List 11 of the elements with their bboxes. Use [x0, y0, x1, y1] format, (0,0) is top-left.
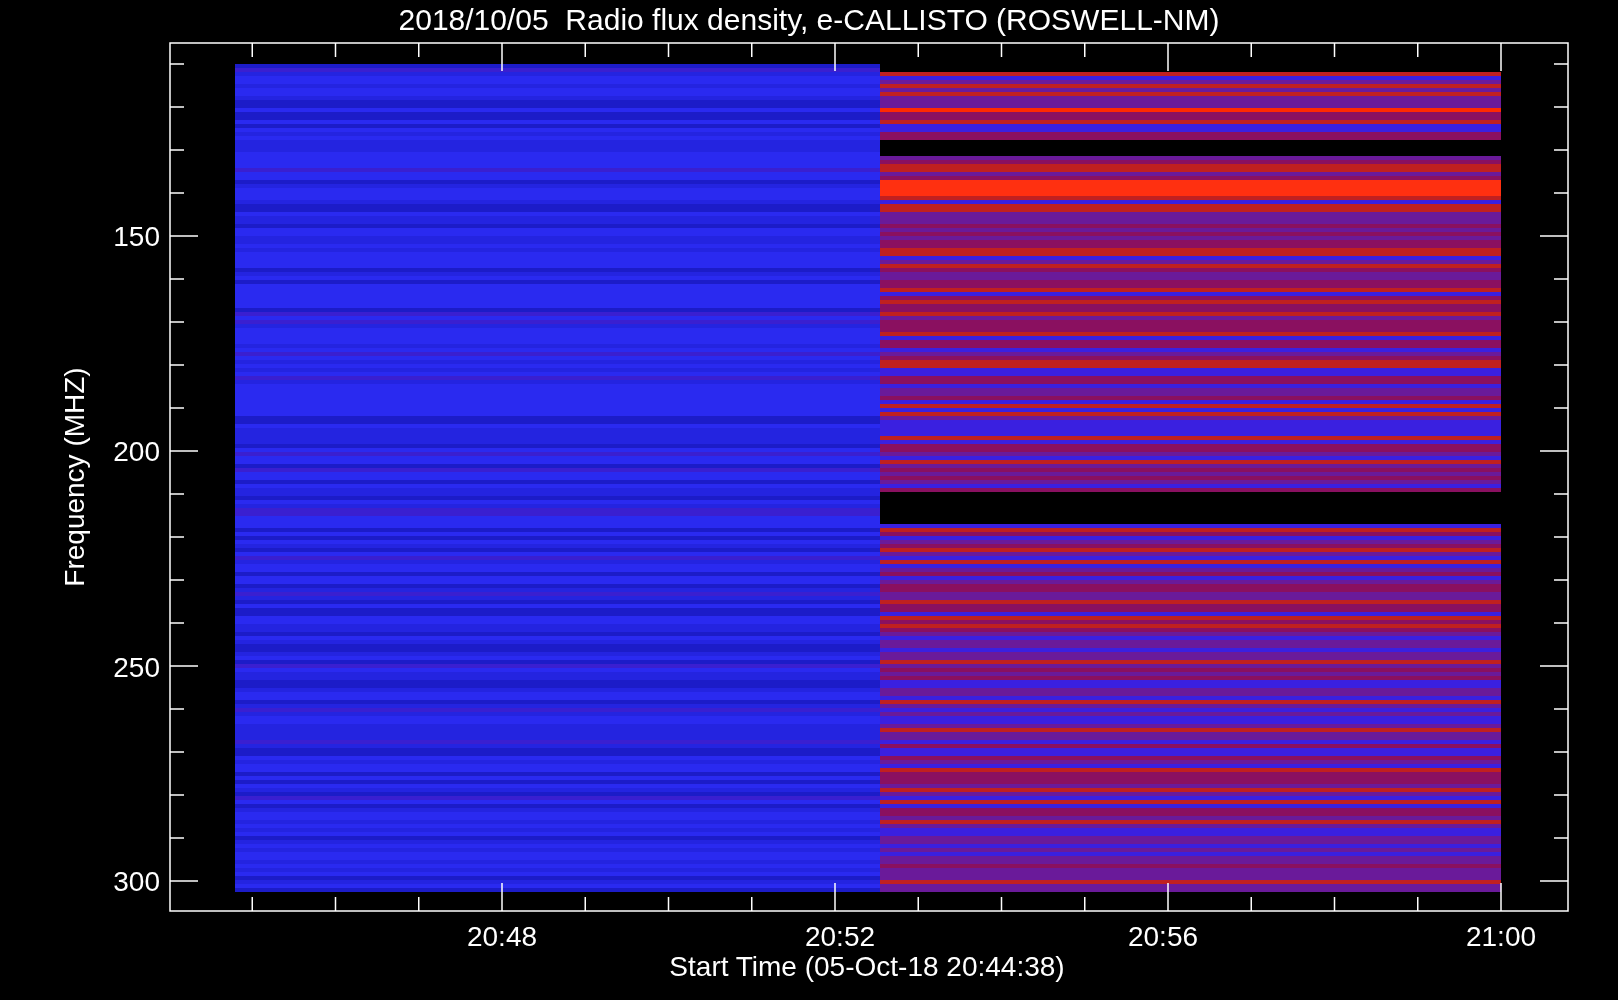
x-tick-label: 20:56: [1127, 921, 1199, 952]
chart-title: 2018/10/05 Radio flux density, e-CALLISTO (ROSWELL-NM): [398, 3, 1220, 36]
x-tick-label: 20:48: [466, 921, 538, 952]
y-tick-label: 200: [113, 436, 160, 467]
y-axis-title: Frequency (MHZ): [59, 367, 90, 587]
y-tick-label: 150: [113, 221, 160, 252]
x-tick-label: 21:00: [1465, 921, 1537, 952]
x-axis-title: Start Time (05-Oct-18 20:44:38): [669, 951, 1065, 982]
x-tick-label: 20:52: [804, 921, 876, 952]
y-tick-label: 300: [113, 866, 160, 897]
y-tick-label: 250: [113, 652, 160, 683]
